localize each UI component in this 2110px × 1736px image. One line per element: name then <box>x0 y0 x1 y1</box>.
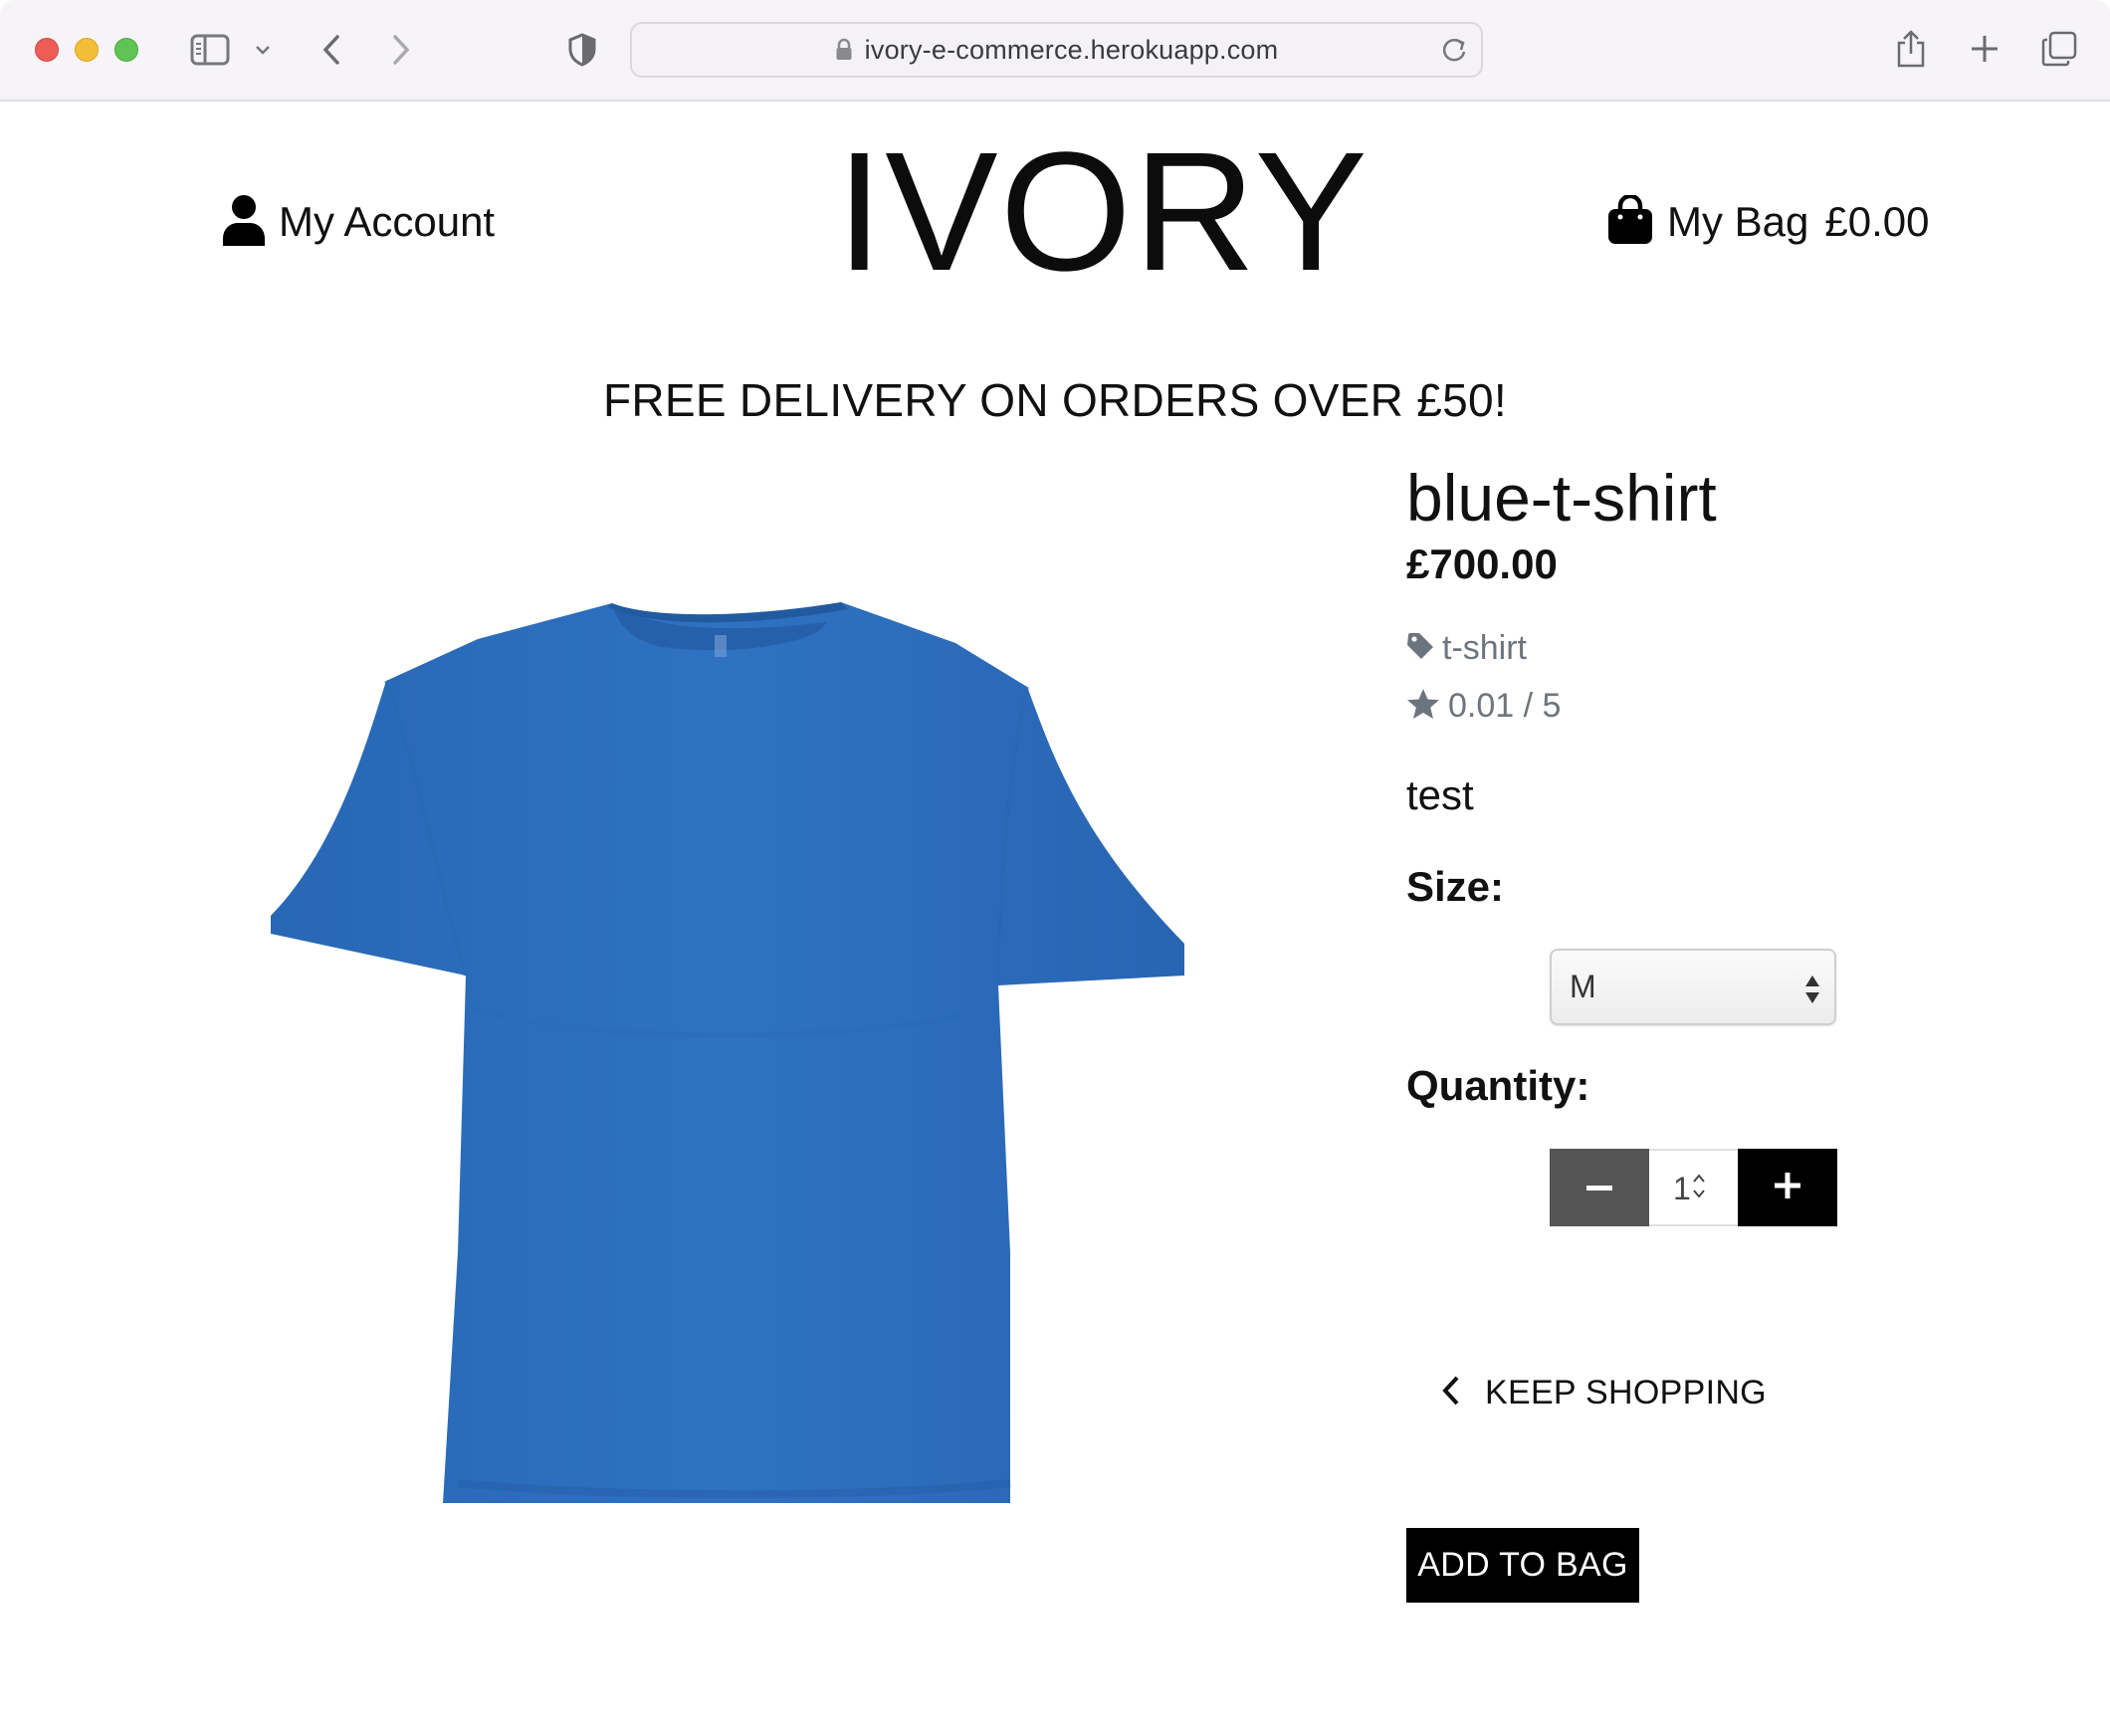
size-value: M <box>1570 969 1596 1004</box>
bag-total: £0.00 <box>1824 198 1930 245</box>
lock-icon <box>835 38 853 62</box>
plus-icon <box>1775 1172 1800 1203</box>
sidebar-icon[interactable] <box>189 32 231 68</box>
shopping-bag-icon <box>1607 193 1653 250</box>
minus-icon <box>1586 1179 1612 1196</box>
decrement-quantity-button[interactable] <box>1550 1149 1649 1226</box>
my-bag-link[interactable]: My Bag £0.00 <box>1607 193 1930 250</box>
chevron-down-icon[interactable] <box>253 40 273 60</box>
user-icon <box>221 194 267 251</box>
url-text: ivory-e-commerce.herokuapp.com <box>864 34 1279 65</box>
quantity-value: 1 <box>1673 1171 1691 1206</box>
zoom-window-button[interactable] <box>114 38 138 62</box>
share-icon[interactable] <box>1894 27 1928 71</box>
product-price: £700.00 <box>1406 541 1558 587</box>
product-category-link[interactable]: t-shirt <box>1406 629 1527 668</box>
keep-shopping-link[interactable]: KEEP SHOPPING <box>1441 1368 1767 1417</box>
product-description: test <box>1406 771 1474 818</box>
browser-toolbar: ivory-e-commerce.herokuapp.com <box>0 0 2110 102</box>
spinner-arrows-icon[interactable] <box>1692 1172 1706 1206</box>
tag-icon <box>1406 632 1434 665</box>
size-select[interactable]: M <box>1550 949 1836 1025</box>
keep-shopping-label: KEEP SHOPPING <box>1485 1373 1767 1411</box>
close-window-button[interactable] <box>35 38 59 62</box>
my-account-link[interactable]: My Account <box>221 194 495 250</box>
quantity-stepper: 1 <box>1550 1149 1837 1226</box>
delivery-banner: FREE DELIVERY ON ORDERS OVER £50! <box>602 374 1508 426</box>
site-logo[interactable]: IVORY <box>836 127 1368 297</box>
product-image <box>269 587 1189 1513</box>
back-icon[interactable] <box>316 32 346 68</box>
increment-quantity-button[interactable] <box>1738 1149 1837 1226</box>
tab-overview-icon[interactable] <box>2040 30 2078 68</box>
product-rating: 0.01 / 5 <box>1406 687 1561 726</box>
size-label: Size: <box>1406 863 1505 910</box>
quantity-label: Quantity: <box>1406 1062 1590 1109</box>
forward-icon[interactable] <box>386 32 416 68</box>
browser-window: ivory-e-commerce.herokuapp.com My Accoun… <box>0 0 2110 1736</box>
add-to-bag-button[interactable]: ADD TO BAG <box>1406 1528 1639 1603</box>
new-tab-icon[interactable] <box>1968 32 2002 66</box>
product-category: t-shirt <box>1442 629 1527 667</box>
rating-value: 0.01 / 5 <box>1448 687 1562 725</box>
privacy-shield-icon[interactable] <box>567 32 597 68</box>
star-icon <box>1406 688 1440 725</box>
select-arrows-icon <box>1804 975 1820 1009</box>
reload-icon[interactable] <box>1441 36 1467 69</box>
chevron-left-icon <box>1441 1375 1461 1411</box>
product-name: blue-t-shirt <box>1406 461 1717 535</box>
minimize-window-button[interactable] <box>75 38 99 62</box>
my-bag-label: My Bag <box>1667 198 1809 245</box>
address-bar[interactable]: ivory-e-commerce.herokuapp.com <box>630 22 1483 78</box>
quantity-input[interactable]: 1 <box>1649 1149 1738 1226</box>
my-account-label: My Account <box>279 198 496 245</box>
